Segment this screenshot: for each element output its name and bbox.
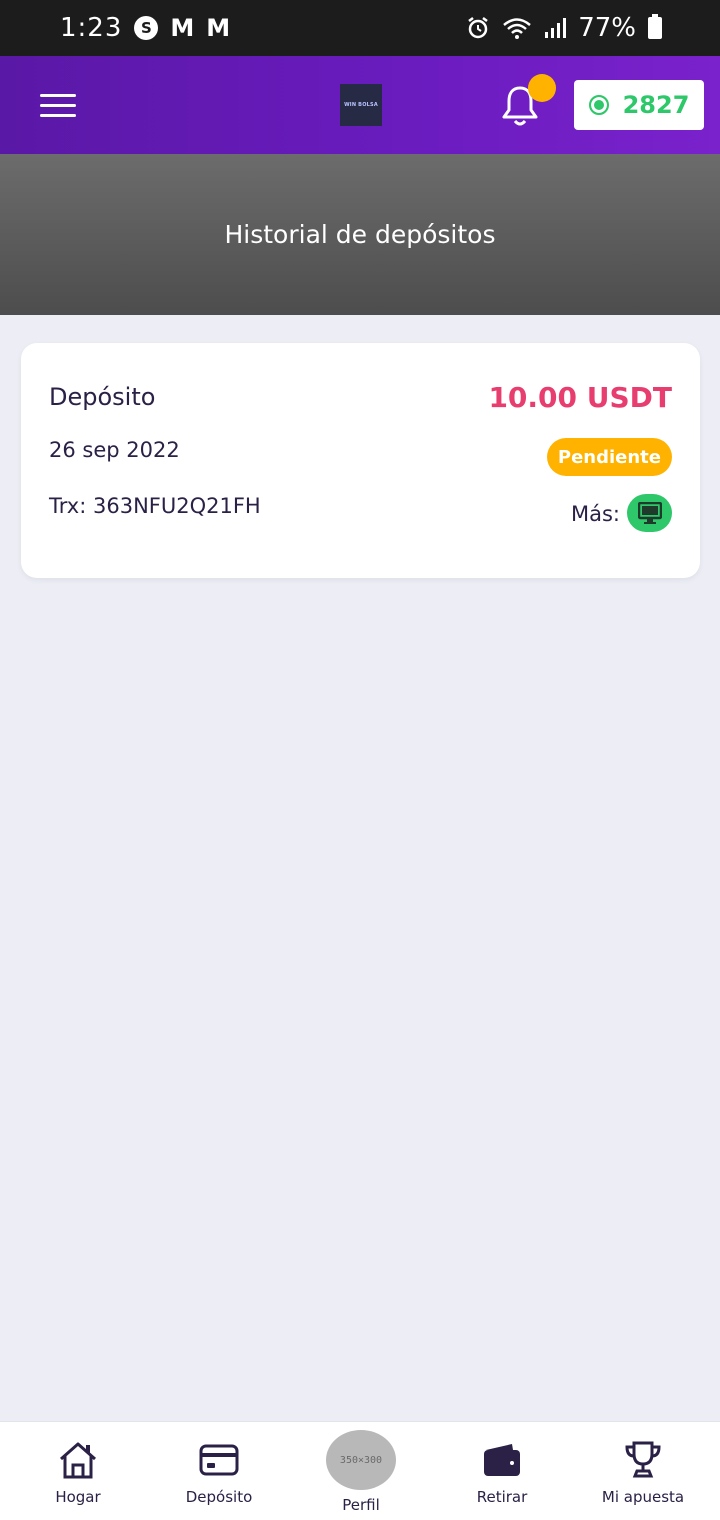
deposit-trx: Trx: 363NFU2Q21FH [49,494,261,518]
menu-icon[interactable] [40,94,76,118]
more-label: Más: [570,502,620,526]
app-logo[interactable]: WIN BOLSA [340,84,382,126]
page-title: Historial de depósitos [224,220,496,249]
home-icon [60,1442,96,1479]
balance-value: 2827 [622,91,690,119]
nav-label-hogar: Hogar [55,1488,101,1506]
status-right: 77% [466,13,662,43]
nav-item-perfil[interactable]: 350×300 Perfil [320,1422,402,1520]
status-badge: Pendiente [546,438,672,476]
nav-item-hogar[interactable]: Hogar [38,1422,118,1520]
nav-label-deposito: Depósito [185,1488,253,1506]
logo-text: WIN BOLSA [344,102,378,108]
signal-icon [545,18,567,38]
avatar: 350×300 [326,1430,396,1490]
status-time: 1:23 [60,13,123,43]
more-details-button[interactable] [627,494,672,532]
wifi-icon [503,18,532,39]
nav-label-perfil: Perfil [342,1496,380,1514]
deposit-date: 26 sep 2022 [49,438,180,462]
battery-level: 77% [578,13,636,43]
nav-item-mi-apuesta[interactable]: Mi apuesta [593,1422,693,1520]
notification-badge [528,74,556,102]
nav-item-retirar[interactable]: Retirar [462,1422,542,1520]
page-banner: Historial de depósitos [0,154,720,315]
bottom-nav: Hogar Depósito 350×300 Perfil Retirar Mi… [0,1421,720,1520]
status-bar: 1:23 S M M 77% [0,0,720,56]
avatar-placeholder-text: 350×300 [339,1454,383,1466]
deposit-amount: 10.00 USDT [488,381,672,414]
nav-label-retirar: Retirar [476,1488,528,1506]
wallet-icon [484,1444,520,1476]
deposit-card: Depósito 26 sep 2022 Trx: 363NFU2Q21FH 1… [21,343,700,578]
trophy-icon [625,1441,661,1478]
s-icon: S [134,16,159,40]
monitor-icon [637,502,662,524]
alarm-icon [468,17,488,39]
battery-icon [648,14,662,39]
balance-button[interactable]: 2827 [574,80,704,130]
coin-icon [588,95,609,115]
nav-label-mi-apuesta: Mi apuesta [601,1488,685,1506]
gmail-icon: M [170,14,195,42]
status-left: 1:23 S M M [60,13,230,43]
gmail-icon: M [206,14,231,42]
deposit-label: Depósito [49,383,156,411]
card-icon [199,1444,239,1476]
nav-item-deposito[interactable]: Depósito [174,1422,264,1520]
